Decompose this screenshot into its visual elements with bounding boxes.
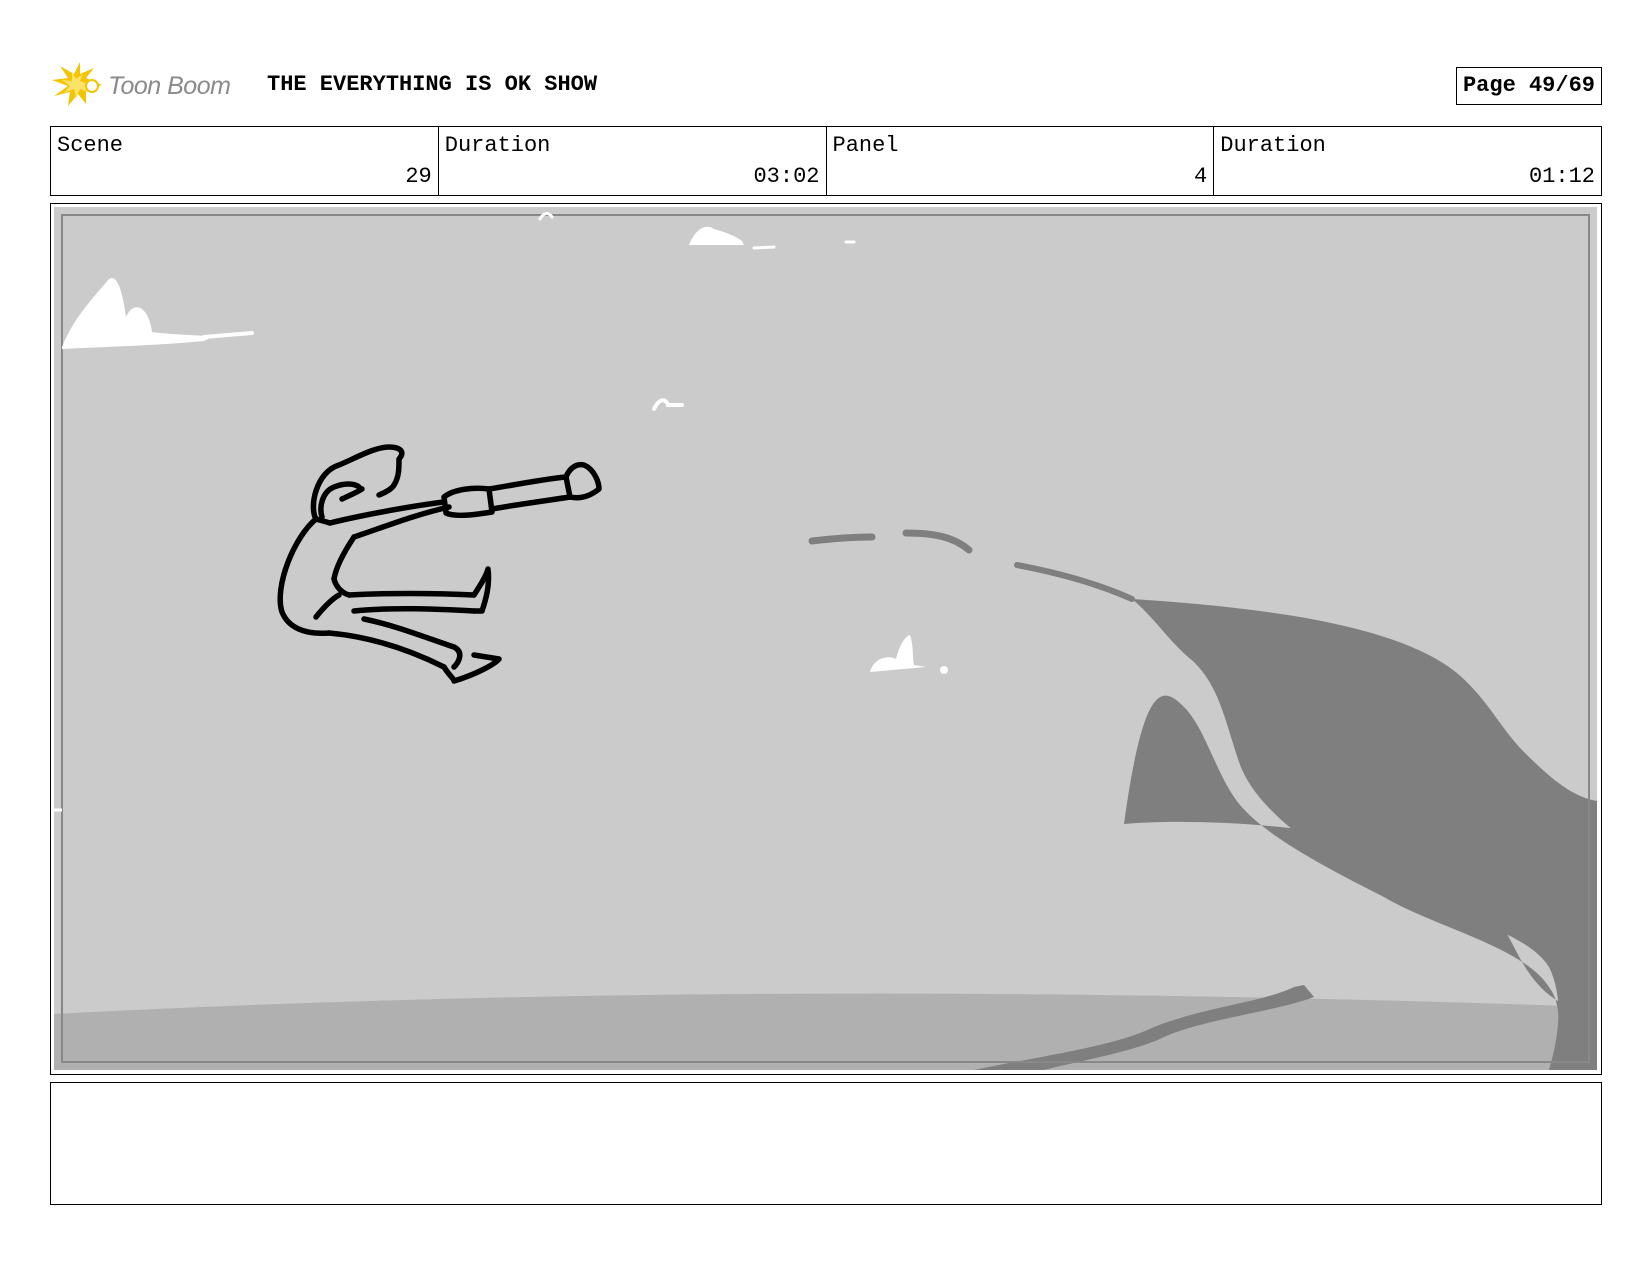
- panel-value: 4: [1194, 164, 1208, 189]
- scene-value: 29: [405, 164, 432, 189]
- logo-burst-icon: [52, 62, 102, 106]
- panel-duration-cell: Duration 01:12: [1214, 127, 1601, 195]
- panel-label: Panel: [832, 133, 899, 158]
- show-title: THE EVERYTHING IS OK SHOW: [267, 72, 598, 97]
- ground: [54, 993, 1597, 1070]
- scene-cell: Scene 29: [51, 127, 439, 195]
- scene-duration-cell: Duration 03:02: [439, 127, 827, 195]
- scene-duration-label: Duration: [444, 133, 551, 158]
- toon-boom-logo: Toon Boom: [50, 60, 250, 110]
- panel-notes-box: [50, 1082, 1602, 1205]
- panel-drawing: [54, 207, 1597, 1070]
- scene-info-table: Scene 29 Duration 03:02 Panel 4 Duration…: [50, 126, 1602, 196]
- panel-duration-value: 01:12: [1528, 164, 1595, 189]
- motion-dash-1: [808, 533, 876, 545]
- logo-text: Toon Boom: [108, 72, 231, 100]
- page-header: Toon Boom THE EVERYTHING IS OK SHOW Page…: [50, 58, 1602, 110]
- scene-duration-value: 03:02: [753, 164, 820, 189]
- page-number: Page 49/69: [1455, 67, 1602, 105]
- panel-cell: Panel 4: [827, 127, 1215, 195]
- panel-duration-label: Duration: [1220, 133, 1326, 158]
- scene-label: Scene: [57, 133, 124, 158]
- storyboard-panel: [50, 203, 1602, 1075]
